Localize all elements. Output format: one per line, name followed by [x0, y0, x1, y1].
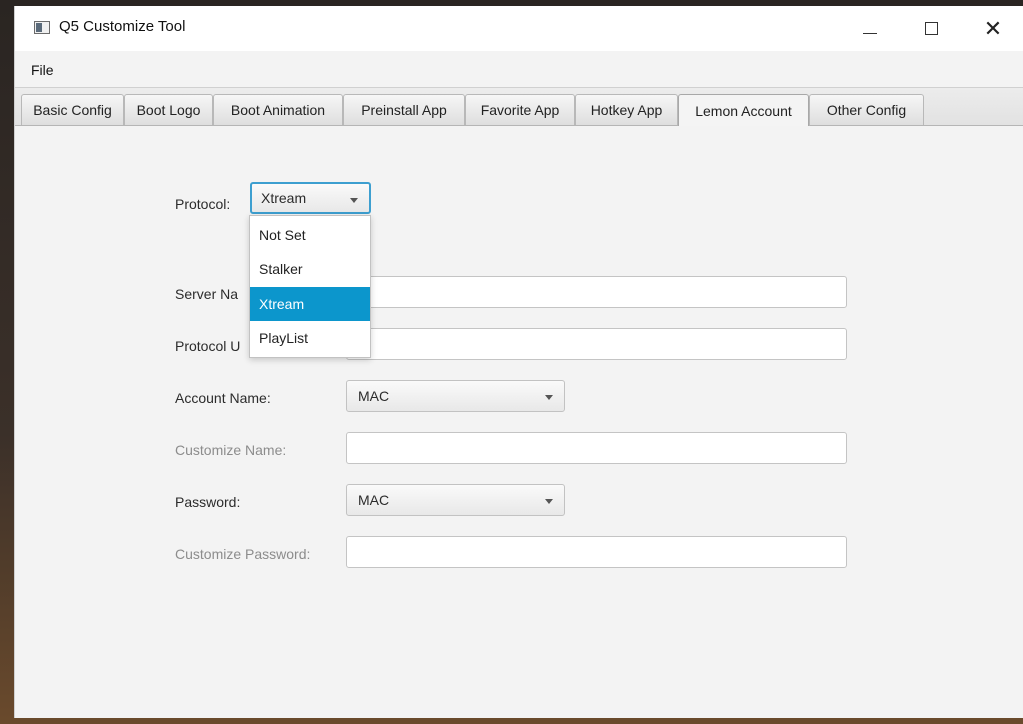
title-bar[interactable]: Q5 Customize Tool ✕ [15, 6, 1023, 51]
close-button[interactable]: ✕ [970, 6, 1016, 51]
tab-hotkey-app[interactable]: Hotkey App [575, 94, 678, 125]
password-label: Password: [175, 494, 241, 510]
option-stalker[interactable]: Stalker [250, 252, 370, 286]
customize-password-field[interactable] [346, 536, 847, 568]
chevron-down-icon [545, 499, 553, 504]
minimize-button[interactable] [847, 6, 893, 51]
customize-name-field[interactable] [346, 432, 847, 464]
menu-file[interactable]: File [31, 62, 54, 78]
tab-favorite-app[interactable]: Favorite App [465, 94, 575, 125]
account-name-value: MAC [358, 388, 390, 404]
server-name-field[interactable] [346, 276, 847, 308]
protocol-url-field[interactable] [346, 328, 847, 360]
tab-boot-logo[interactable]: Boot Logo [124, 94, 213, 125]
option-not-set[interactable]: Not Set [250, 218, 370, 252]
app-icon [34, 21, 50, 34]
option-playlist[interactable]: PlayList [250, 321, 370, 355]
app-window: Q5 Customize Tool ✕ File Basic Config Bo… [14, 6, 1023, 718]
customize-name-label: Customize Name: [175, 442, 287, 458]
protocol-dropdown-list: Not Set Stalker Xtream PlayList [249, 215, 371, 358]
lemon-account-panel: Protocol: Xtream Server Na Protocol U Ac… [15, 126, 1023, 718]
tab-lemon-account[interactable]: Lemon Account [678, 94, 809, 127]
password-value: MAC [358, 492, 390, 508]
maximize-button[interactable] [908, 6, 954, 51]
customize-password-label: Customize Password: [175, 546, 311, 562]
chevron-down-icon [350, 198, 358, 203]
tab-bar: Basic Config Boot Logo Boot Animation Pr… [15, 88, 1023, 127]
tab-preinstall-app[interactable]: Preinstall App [343, 94, 465, 125]
menu-bar: File [15, 51, 1023, 88]
option-xtream[interactable]: Xtream [250, 287, 370, 321]
protocol-combo[interactable]: Xtream [250, 182, 371, 214]
tab-other-config[interactable]: Other Config [809, 94, 924, 125]
protocol-label: Protocol: [175, 196, 231, 212]
chevron-down-icon [545, 395, 553, 400]
window-title: Q5 Customize Tool [59, 18, 186, 35]
tab-basic-config[interactable]: Basic Config [21, 94, 124, 125]
account-name-label: Account Name: [175, 390, 271, 406]
account-name-combo[interactable]: MAC [346, 380, 565, 412]
protocol-url-label: Protocol U [175, 338, 241, 354]
password-combo[interactable]: MAC [346, 484, 565, 516]
protocol-value: Xtream [261, 190, 307, 206]
server-name-label: Server Na [175, 286, 239, 302]
tab-boot-animation[interactable]: Boot Animation [213, 94, 343, 125]
